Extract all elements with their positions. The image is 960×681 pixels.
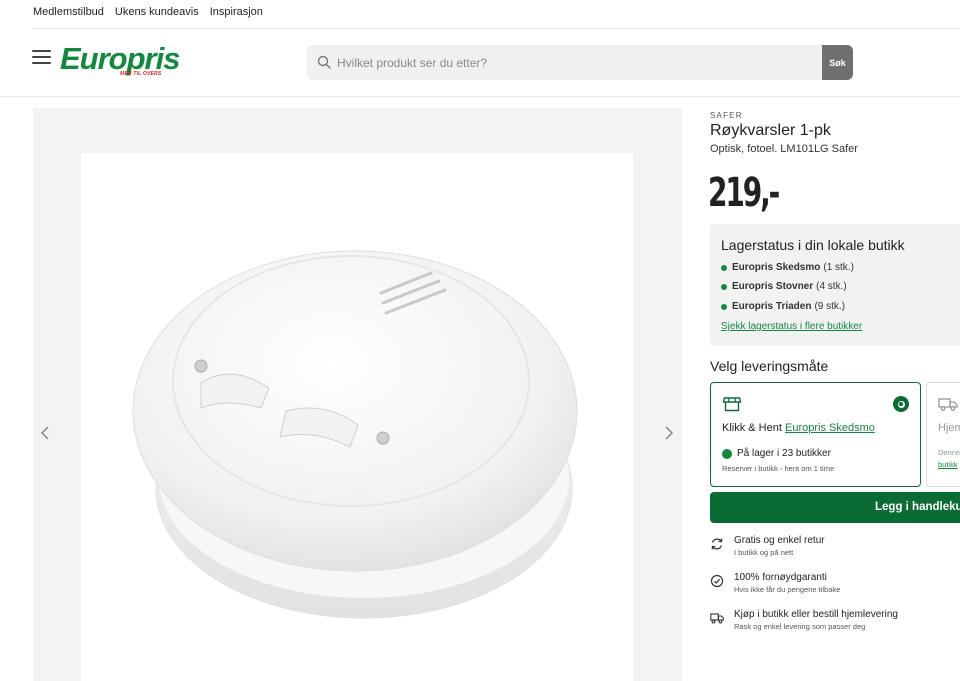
usp-subtitle: Hvis ikke får du pengene tilbake [734,585,841,594]
add-to-cart-label: Legg i handlekurv [875,501,960,513]
delivery-radio-selected[interactable] [893,396,909,412]
product-title: Røykvarsler 1-pk [710,122,831,139]
top-link-inspirasjon[interactable]: Inspirasjon [210,6,263,18]
stock-status-panel: Lagerstatus i din lokale butikk Europris… [710,224,960,346]
product-subtitle: Optisk, fotoel. LM101LG Safer [710,143,858,155]
product-gallery [33,108,682,681]
search-bar: Søk [307,45,853,80]
prev-image-arrow-icon[interactable] [39,424,51,442]
usp-subtitle: I butikk og på nett [734,548,794,557]
usp-subtitle: Rask og enkel levering som passer deg [734,622,866,631]
store-qty: (9 stk.) [814,301,846,312]
in-stock-dot-icon [721,303,727,310]
add-to-cart-button[interactable]: Legg i handlekurv [710,492,960,523]
in-stock-dot-icon [721,283,727,290]
product-price: 219,- [708,170,780,216]
option-note: Reserver i butikk - hent om 1 time [722,464,835,473]
divider [33,28,960,29]
check-more-stores-link[interactable]: Sjekk lagerstatus i flere butikker [721,321,862,332]
usp-title: Kjøp i butikk eller bestill hjemlevering [734,609,898,620]
stock-store-row: Europris Triaden (9 stk.) [721,301,845,312]
option-label: Klikk & Hent [722,422,782,434]
home-delivery-label: Hjem [938,422,960,434]
truck-icon [710,613,724,624]
option-stock: På lager i 23 butikker [722,448,831,459]
check-circle-icon [710,574,724,588]
store-name: Europris Skedsmo [732,262,821,273]
top-link-medlemstilbud[interactable]: Medlemstilbud [33,6,104,18]
top-links: Medlemstilbud Ukens kundeavis Inspirasjo… [33,6,263,18]
search-icon [317,55,331,69]
store-qty: (4 stk.) [816,281,847,292]
selected-store-link[interactable]: Europris Skedsmo [785,422,875,434]
usp-title: Gratis og enkel retur [734,535,825,546]
delivery-option-home[interactable]: Hjem Denne butikk [926,382,960,487]
delivery-title: Velg leveringsmåte [710,358,829,374]
product-image [81,153,633,681]
home-delivery-note: Denne [938,448,960,457]
in-stock-dot-icon [722,448,732,459]
top-link-kundeavis[interactable]: Ukens kundeavis [115,6,199,18]
store-qty: (1 stk.) [823,262,854,273]
store-icon [723,397,741,412]
europris-logo[interactable]: Europris MER TIL OVERS [60,43,180,80]
truck-icon [938,398,958,411]
home-delivery-link[interactable]: butikk [938,460,958,469]
stock-title: Lagerstatus i din lokale butikk [721,237,905,253]
search-input[interactable] [337,45,817,80]
product-brand[interactable]: SAFER [710,111,743,120]
option-stock-text: På lager i 23 butikker [737,448,831,459]
search-button[interactable]: Søk [822,45,853,80]
next-image-arrow-icon[interactable] [663,424,675,442]
usp-title: 100% fornøydgaranti [734,572,827,583]
delivery-option-click-collect[interactable]: Klikk & Hent Europris Skedsmo På lager i… [710,382,921,487]
divider [0,96,960,97]
stock-store-row: Europris Skedsmo (1 stk.) [721,262,854,273]
smoke-detector-image [132,250,578,619]
store-name: Europris Triaden [732,301,812,312]
store-name: Europris Stovner [732,281,814,292]
in-stock-dot-icon [721,264,727,271]
click-collect-label: Klikk & Hent Europris Skedsmo [722,422,875,434]
menu-icon[interactable] [32,50,51,64]
logo-tagline: MER TIL OVERS [120,71,162,77]
stock-store-row: Europris Stovner (4 stk.) [721,281,847,292]
refresh-icon [711,538,723,550]
